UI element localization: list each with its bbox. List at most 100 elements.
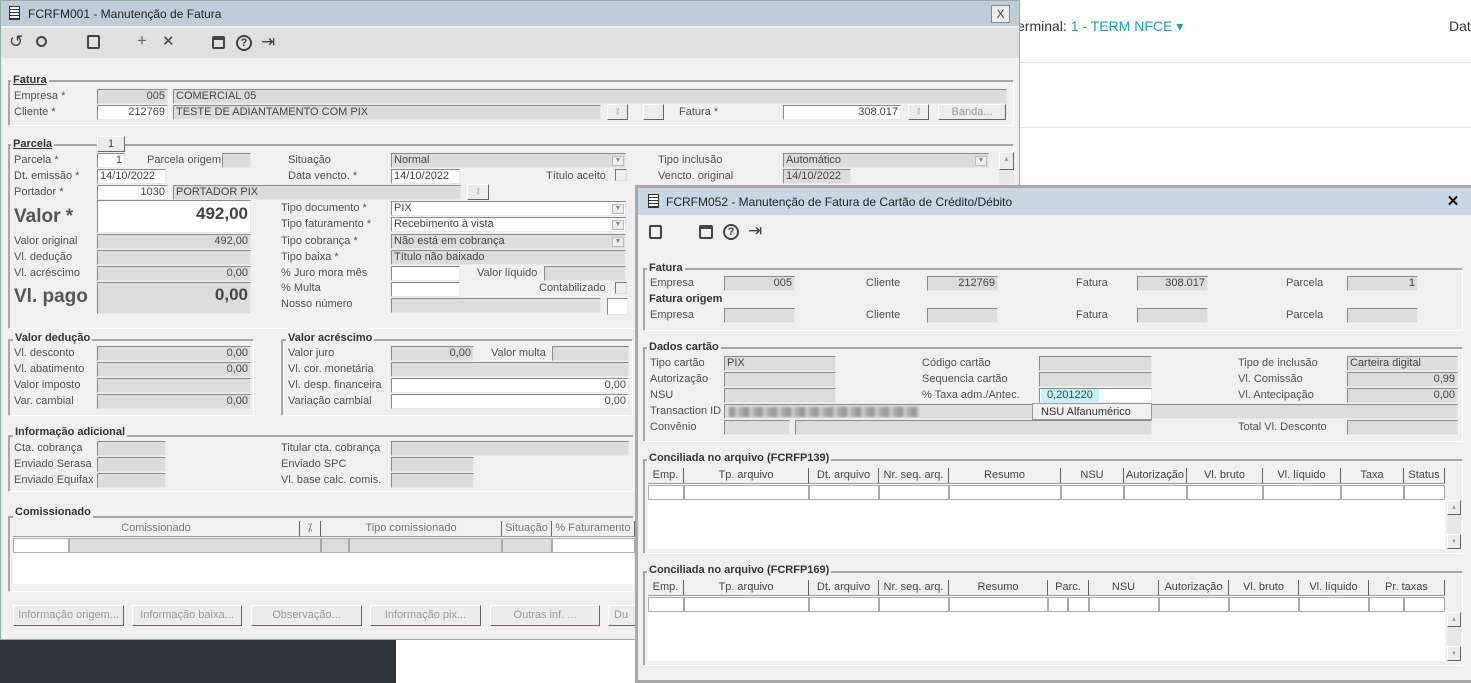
t169-header[interactable]: Pr. taxas <box>1369 580 1445 596</box>
valor-input[interactable]: 492,00 <box>97 200 251 233</box>
banda-button[interactable]: Banda... <box>938 104 1006 120</box>
t139-cell[interactable] <box>1341 485 1404 500</box>
calendar-icon[interactable] <box>212 36 225 49</box>
t169-cell[interactable] <box>648 597 684 612</box>
t169-header[interactable]: Nr. seq. arq. <box>879 580 949 596</box>
multa-input[interactable] <box>391 282 460 297</box>
t139-header[interactable]: NSU <box>1061 468 1124 484</box>
terminal-value[interactable]: 1 - TERM NFCE <box>1071 18 1173 34</box>
t169-header[interactable]: NSU <box>1089 580 1159 596</box>
fcrfp169-scrollbar[interactable]: ▲ ▼ <box>1447 612 1461 661</box>
cliente-lookup-button[interactable]: ⁒ <box>607 104 628 120</box>
t139-cell[interactable] <box>809 485 879 500</box>
t169-cell[interactable] <box>1159 597 1229 612</box>
t139-header[interactable]: Tp. arquivo <box>684 468 809 484</box>
t139-cell[interactable] <box>684 485 809 500</box>
bottom-button[interactable]: Informação baixa... <box>132 605 242 626</box>
search-icon[interactable] <box>36 36 47 47</box>
save-icon[interactable] <box>87 35 100 49</box>
close-button[interactable]: X <box>991 5 1010 23</box>
t139-cell[interactable] <box>879 485 949 500</box>
scroll-up-button[interactable]: ▲ <box>1447 500 1461 515</box>
delete-icon[interactable]: ✕ <box>162 32 175 52</box>
grid-header[interactable]: Tipo comissionado <box>321 521 502 537</box>
t169-header[interactable]: Parc. <box>1048 580 1089 596</box>
help-icon[interactable]: ? <box>236 35 252 51</box>
dt-emissao-input[interactable]: 14/10/2022 <box>97 169 166 184</box>
t169-cell[interactable] <box>1089 597 1159 612</box>
exit-icon[interactable]: ⇥ <box>261 32 275 52</box>
t169-cell[interactable] <box>809 597 879 612</box>
t169-header[interactable]: Autorização <box>1159 580 1229 596</box>
save-icon[interactable] <box>649 225 662 239</box>
t169-cell[interactable] <box>1369 597 1404 612</box>
calendar-icon[interactable] <box>699 225 713 239</box>
nosso-numero-box[interactable] <box>607 298 628 315</box>
tipo-cobranca-select[interactable]: Não está em cobrança ▼ <box>391 234 626 249</box>
scroll-down-button[interactable]: ▼ <box>1447 534 1461 549</box>
portador-lookup-button[interactable]: ⁒ <box>467 184 489 200</box>
bottom-button[interactable]: Outras inf. ... <box>490 605 600 626</box>
grid-cell[interactable] <box>552 538 635 553</box>
fatura-lookup-button[interactable]: ⁒ <box>908 104 929 120</box>
t139-cell[interactable] <box>648 485 684 500</box>
t169-header[interactable]: Vl. bruto <box>1229 580 1299 596</box>
t139-header[interactable]: Taxa <box>1341 468 1404 484</box>
grid-header[interactable]: Situação <box>502 521 552 537</box>
t139-header[interactable]: Resumo <box>949 468 1061 484</box>
t169-header[interactable]: Vl. líquido <box>1299 580 1369 596</box>
fatura-input[interactable]: 308.017 <box>783 105 901 120</box>
bottom-button[interactable]: Informação pix... <box>370 605 481 626</box>
add-icon[interactable]: + <box>137 31 147 51</box>
vl-desp-financeira-input[interactable]: 0,00 <box>391 378 629 393</box>
data-vencto-input[interactable]: 14/10/2022 <box>391 169 460 184</box>
t139-header[interactable]: Nr. seq. arq. <box>879 468 949 484</box>
terminal-selector[interactable]: erminal: 1 - TERM NFCE ▾ <box>1017 18 1183 35</box>
tipo-inclusao-select[interactable]: Automático ▼ <box>783 153 989 168</box>
scroll-up-button[interactable]: ▲ <box>1447 612 1461 627</box>
scroll-up-button[interactable]: ▲ <box>999 152 1014 170</box>
bottom-button[interactable]: Observação... <box>251 605 362 626</box>
t139-header[interactable]: Emp. <box>648 468 684 484</box>
t169-header[interactable]: Resumo <box>949 580 1048 596</box>
help-icon[interactable]: ? <box>723 224 739 240</box>
grid-header[interactable]: ⁒ <box>300 521 321 537</box>
contabilizado-checkbox[interactable] <box>615 282 627 294</box>
juro-mora-input[interactable] <box>391 266 460 281</box>
t169-header[interactable]: Emp. <box>648 580 684 596</box>
t139-header[interactable]: Vl. bruto <box>1187 468 1263 484</box>
situacao-select[interactable]: Normal ▼ <box>391 153 626 168</box>
parcela-tab-1[interactable]: 1 <box>97 136 125 152</box>
t169-cell[interactable] <box>1068 597 1089 612</box>
t139-header[interactable]: Dt. arquivo <box>809 468 879 484</box>
undo-icon[interactable]: ↺ <box>9 32 23 52</box>
cliente-code-input[interactable]: 212769 <box>97 105 168 120</box>
t139-cell[interactable] <box>1124 485 1187 500</box>
taxa-adm-input[interactable]: 0,201220 <box>1039 388 1152 403</box>
t139-cell[interactable] <box>949 485 1061 500</box>
blank-button[interactable] <box>643 104 664 120</box>
t169-cell[interactable] <box>1048 597 1068 612</box>
grid-cell[interactable] <box>13 538 69 553</box>
t139-cell[interactable] <box>1061 485 1124 500</box>
portador-code-input[interactable]: 1030 <box>97 185 168 200</box>
t169-cell[interactable] <box>1229 597 1299 612</box>
nsu-alfanumerico-popup[interactable]: NSU Alfanumérico <box>1032 403 1152 420</box>
t169-cell[interactable] <box>1404 597 1445 612</box>
t169-header[interactable]: Tp. arquivo <box>684 580 809 596</box>
t169-cell[interactable] <box>879 597 949 612</box>
grid-header[interactable]: % Faturamento <box>552 521 635 537</box>
t139-cell[interactable] <box>1404 485 1445 500</box>
grid-header[interactable]: Comissionado <box>13 521 300 537</box>
fcrfp139-scrollbar[interactable]: ▲ ▼ <box>1447 500 1461 549</box>
t139-header[interactable]: Autorização <box>1124 468 1187 484</box>
t169-cell[interactable] <box>949 597 1048 612</box>
titulo-aceito-checkbox[interactable] <box>615 169 627 181</box>
t139-header[interactable]: Status <box>1404 468 1445 484</box>
tipo-documento-select[interactable]: PIX ▼ <box>391 201 626 216</box>
t169-cell[interactable] <box>684 597 809 612</box>
bottom-button[interactable]: Informação origem... <box>13 605 124 626</box>
t139-cell[interactable] <box>1187 485 1263 500</box>
close-button[interactable]: ✕ <box>1444 193 1462 211</box>
t169-cell[interactable] <box>1299 597 1369 612</box>
